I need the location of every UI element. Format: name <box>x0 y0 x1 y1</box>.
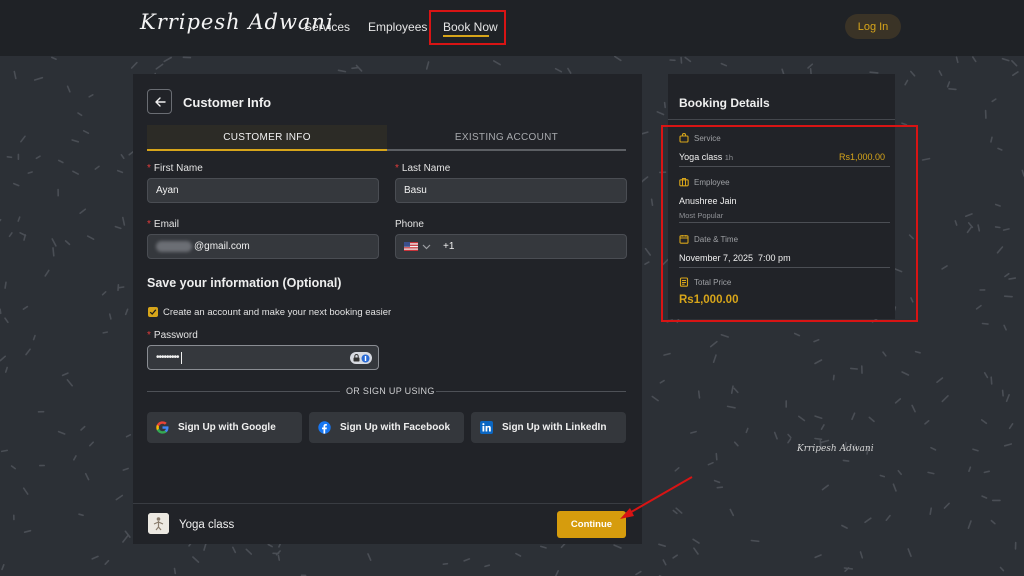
annotation-arrow <box>620 476 693 519</box>
